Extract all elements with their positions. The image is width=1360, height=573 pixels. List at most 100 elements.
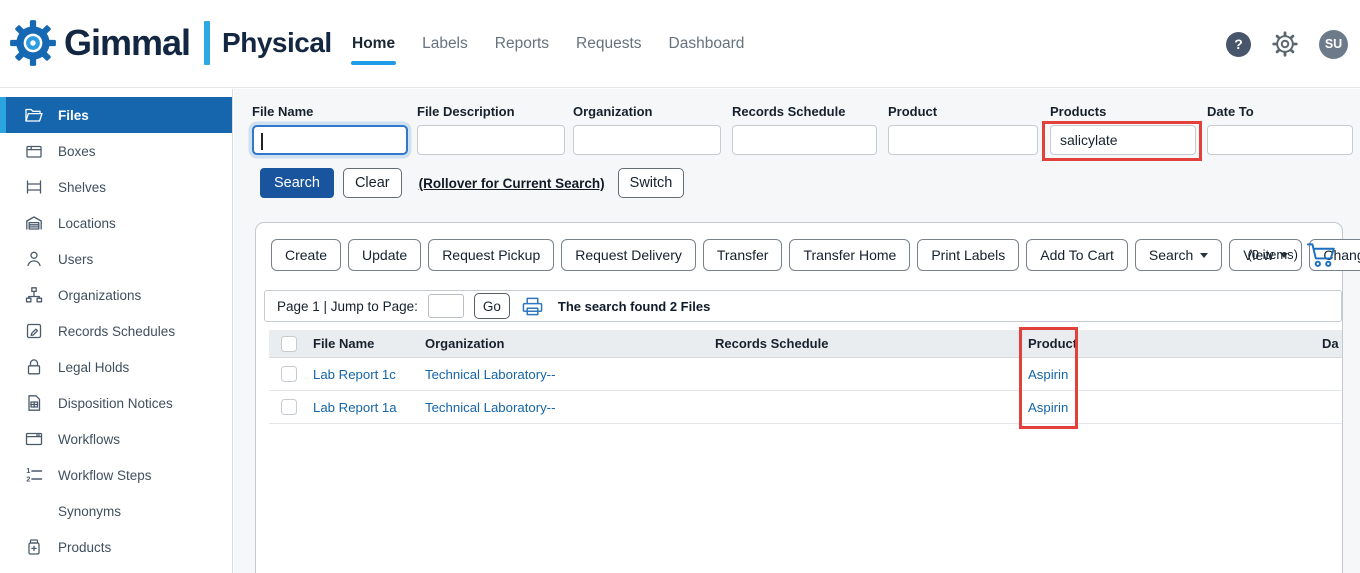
sidebar-item-records-schedules[interactable]: Records Schedules <box>0 313 232 349</box>
filter-label: Product <box>888 104 1038 119</box>
product-link[interactable]: Aspirin <box>1018 367 1315 382</box>
organization-link[interactable]: Technical Laboratory-- <box>415 367 705 382</box>
sidebar-item-locations[interactable]: Locations <box>0 205 232 241</box>
nav-reports[interactable]: Reports <box>495 35 549 53</box>
request-pickup-button[interactable]: Request Pickup <box>428 239 554 271</box>
create-button[interactable]: Create <box>271 239 341 271</box>
user-avatar[interactable]: SU <box>1319 30 1348 59</box>
select-all-checkbox[interactable] <box>281 336 297 352</box>
filter-organization: Organization <box>573 104 721 155</box>
folder-open-icon <box>24 105 44 125</box>
help-icon[interactable]: ? <box>1226 32 1251 57</box>
sidebar-item-legal-holds[interactable]: Legal Holds <box>0 349 232 385</box>
row-checkbox[interactable] <box>281 366 297 382</box>
nav-labels[interactable]: Labels <box>422 35 468 53</box>
header-right: ? SU <box>1226 0 1348 88</box>
rollover-current-search-link[interactable]: (Rollover for Current Search) <box>419 176 605 191</box>
transfer-home-button[interactable]: Transfer Home <box>789 239 910 271</box>
search-dropdown-button[interactable]: Search <box>1135 239 1222 271</box>
box-icon <box>24 141 44 161</box>
sidebar-item-workflows[interactable]: Workflows <box>0 421 232 457</box>
column-header-records-schedule[interactable]: Records Schedule <box>705 336 1018 351</box>
sidebar-item-label: Files <box>58 108 89 123</box>
shelf-icon <box>24 177 44 197</box>
request-delivery-button[interactable]: Request Delivery <box>561 239 696 271</box>
sidebar-item-boxes[interactable]: Boxes <box>0 133 232 169</box>
records-schedule-input[interactable] <box>732 125 877 155</box>
cart-status: (0 items) <box>1247 241 1338 268</box>
column-header-date[interactable]: Da <box>1315 336 1342 351</box>
go-button[interactable]: Go <box>474 293 510 319</box>
file-name-link[interactable]: Lab Report 1a <box>303 400 415 415</box>
results-toolbar: Create Update Request Pickup Request Del… <box>271 239 1360 271</box>
org-chart-icon <box>24 285 44 305</box>
sidebar-item-products[interactable]: Products <box>0 529 232 565</box>
filter-records-schedule: Records Schedule <box>732 104 877 155</box>
sidebar-item-organizations[interactable]: Organizations <box>0 277 232 313</box>
filter-product: Product <box>888 104 1038 155</box>
column-header-product[interactable]: Product <box>1018 336 1315 351</box>
products-input[interactable] <box>1050 125 1196 155</box>
lock-icon <box>24 357 44 377</box>
file-description-input[interactable] <box>417 125 565 155</box>
sidebar-item-files[interactable]: Files <box>0 97 232 133</box>
schedule-icon <box>24 321 44 341</box>
row-checkbox[interactable] <box>281 399 297 415</box>
clear-button[interactable]: Clear <box>343 168 402 198</box>
switch-button[interactable]: Switch <box>618 168 685 198</box>
date-to-input[interactable] <box>1207 125 1353 155</box>
transfer-button[interactable]: Transfer <box>703 239 783 271</box>
cart-count-label: (0 items) <box>1247 247 1298 262</box>
blank-icon <box>24 501 44 521</box>
pagination-bar: Page 1 | Jump to Page: Go The search fou… <box>264 290 1342 322</box>
numbered-list-icon: 12 <box>24 465 44 485</box>
product-link[interactable]: Aspirin <box>1018 400 1315 415</box>
table-header-row: File Name Organization Records Schedule … <box>269 330 1342 358</box>
jar-icon <box>24 537 44 557</box>
filter-label: File Description <box>417 104 565 119</box>
cart-icon[interactable] <box>1306 241 1338 268</box>
filter-label: File Name <box>252 104 408 119</box>
sidebar-item-label: Locations <box>58 216 116 231</box>
sidebar: Files Boxes Shelves Locations Users <box>0 89 233 573</box>
sidebar-item-disposition-notices[interactable]: Disposition Notices <box>0 385 232 421</box>
brand-name: Gimmal <box>64 22 190 64</box>
settings-gear-icon[interactable] <box>1272 31 1298 57</box>
location-icon <box>24 213 44 233</box>
svg-text:2: 2 <box>26 475 30 484</box>
filter-label: Products <box>1050 104 1196 119</box>
file-name-input[interactable] <box>252 125 408 155</box>
nav-home[interactable]: Home <box>352 35 395 53</box>
sidebar-item-label: Workflows <box>58 432 120 447</box>
sidebar-item-users[interactable]: Users <box>0 241 232 277</box>
sidebar-item-label: Legal Holds <box>58 360 129 375</box>
filter-date-to: Date To <box>1207 104 1353 155</box>
sidebar-item-label: Users <box>58 252 93 267</box>
nav-dashboard[interactable]: Dashboard <box>669 35 745 53</box>
sidebar-item-workflow-steps[interactable]: 12 Workflow Steps <box>0 457 232 493</box>
search-button[interactable]: Search <box>260 168 334 198</box>
add-to-cart-button[interactable]: Add To Cart <box>1026 239 1128 271</box>
sidebar-item-label: Synonyms <box>58 504 121 519</box>
sidebar-item-shelves[interactable]: Shelves <box>0 169 232 205</box>
sidebar-item-synonyms[interactable]: Synonyms <box>0 493 232 529</box>
product-input[interactable] <box>888 125 1038 155</box>
column-header-file-name[interactable]: File Name <box>303 336 415 351</box>
organization-input[interactable] <box>573 125 721 155</box>
jump-to-page-input[interactable] <box>428 294 464 318</box>
document-icon <box>24 393 44 413</box>
text-caret <box>261 133 263 150</box>
brand-logo: Gimmal Physical <box>8 18 332 68</box>
print-labels-button[interactable]: Print Labels <box>917 239 1019 271</box>
search-result-count: The search found 2 Files <box>558 299 710 314</box>
search-dropdown-label: Search <box>1149 247 1193 263</box>
gimmal-gear-logo-icon <box>8 18 58 68</box>
workflow-icon <box>24 429 44 449</box>
file-name-link[interactable]: Lab Report 1c <box>303 367 415 382</box>
nav-requests[interactable]: Requests <box>576 35 641 53</box>
organization-link[interactable]: Technical Laboratory-- <box>415 400 705 415</box>
printer-icon[interactable] <box>521 296 544 317</box>
sidebar-item-label: Workflow Steps <box>58 468 152 483</box>
column-header-organization[interactable]: Organization <box>415 336 705 351</box>
update-button[interactable]: Update <box>348 239 421 271</box>
